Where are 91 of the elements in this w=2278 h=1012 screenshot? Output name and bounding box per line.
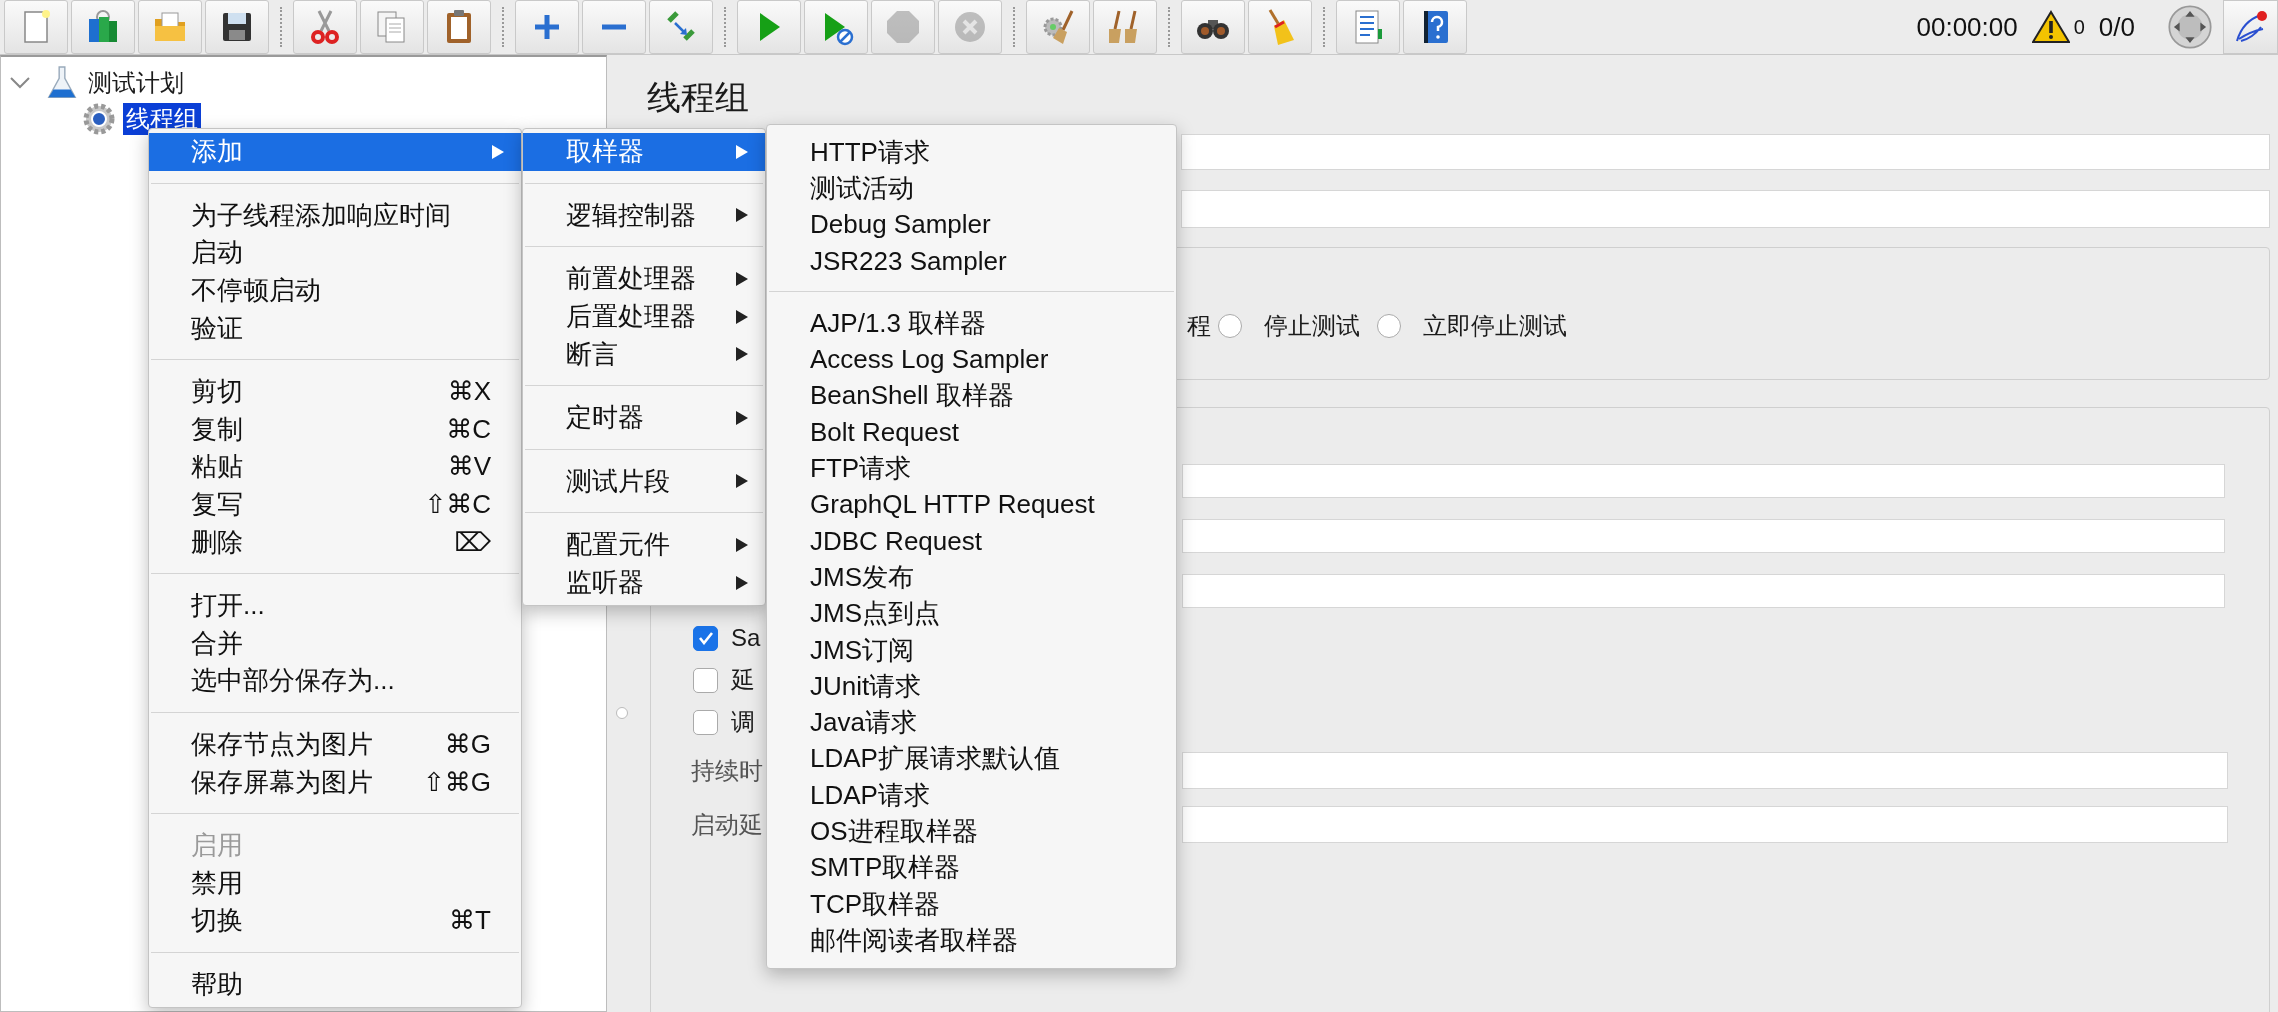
menu-item[interactable]: 选中部分保存为... — [149, 662, 521, 700]
menu-item[interactable]: 测试活动 — [767, 170, 1176, 207]
checkbox[interactable] — [693, 709, 718, 735]
menu-item[interactable]: LDAP请求 — [767, 777, 1176, 814]
menu-item[interactable]: 删除 ⌦ — [149, 523, 521, 561]
warning-count: 0 — [2073, 15, 2085, 39]
text-field[interactable] — [1182, 752, 2228, 789]
menu-item[interactable]: 监听器 — [523, 563, 765, 602]
menu-item[interactable]: 合并 — [149, 624, 521, 663]
option-label: 立即停止测试 — [1423, 311, 1567, 341]
checkbox-label: Sa — [731, 624, 761, 652]
menu-item[interactable]: JMS订阅 — [767, 631, 1176, 669]
menu-item[interactable]: 保存节点为图片 ⌘G — [149, 725, 521, 764]
menu-item[interactable]: GraphQL HTTP Request — [767, 486, 1176, 523]
menu-item[interactable]: JSR223 Sampler — [767, 242, 1176, 280]
menu-item[interactable]: 不停顿启动 — [149, 271, 521, 310]
menu-item[interactable]: 切换 ⌘T — [149, 902, 521, 940]
menu-item[interactable]: 配置元件 — [523, 526, 765, 564]
menu-item[interactable]: JMS发布 — [767, 559, 1176, 596]
text-field[interactable] — [1182, 464, 2225, 498]
menu-item[interactable]: FTP请求 — [767, 450, 1176, 487]
menu-item[interactable]: 复制 ⌘C — [149, 410, 521, 449]
thread-count: 0/0 — [2098, 11, 2135, 43]
checkbox[interactable] — [693, 667, 718, 693]
menu-item[interactable]: 取样器 — [523, 133, 765, 171]
check-icon — [697, 631, 714, 645]
shortcut-label: ⌘T — [449, 905, 491, 937]
field-label: 启动延 — [691, 809, 763, 840]
shortcut-label: ⌘C — [446, 413, 491, 445]
menu-item[interactable]: 打开... — [149, 586, 521, 625]
shortcut-label: ⌘V — [447, 451, 491, 483]
minus-icon — [602, 24, 626, 30]
panel-title: 线程组 — [647, 77, 750, 118]
toolbar-button[interactable] — [1181, 0, 1245, 54]
menu-item[interactable]: 保存屏幕为图片 ⇧⌘G — [149, 763, 521, 801]
checkbox-label: 调 — [731, 707, 755, 737]
field-label: 持续时 — [691, 755, 763, 786]
menu-item[interactable]: TCP取样器 — [767, 885, 1176, 923]
menu-item[interactable]: 帮助 — [149, 965, 521, 1004]
checkbox-label: 延 — [731, 665, 755, 695]
menu-item[interactable]: AJP/1.3 取样器 — [767, 305, 1176, 342]
tree-item[interactable]: 测试计划 — [85, 67, 187, 99]
menu-item[interactable]: HTTP请求 — [767, 134, 1176, 171]
toolbar-button[interactable] — [205, 0, 269, 54]
menu-item[interactable]: SMTP取样器 — [767, 849, 1176, 886]
menu-item[interactable]: 禁用 — [149, 864, 521, 903]
logo-button[interactable] — [2223, 0, 2278, 54]
menu-item[interactable]: 前置处理器 — [523, 260, 765, 298]
text-field[interactable] — [1181, 190, 2270, 228]
menu-item[interactable]: 为子线程添加响应时间 — [149, 196, 521, 235]
option-label: 停止测试 — [1264, 311, 1360, 341]
menu-item[interactable]: JDBC Request — [767, 522, 1176, 560]
menu-item[interactable]: OS进程取样器 — [767, 813, 1176, 850]
menu-item[interactable]: LDAP扩展请求默认值 — [767, 740, 1176, 778]
menu-item[interactable]: 邮件阅读者取样器 — [767, 922, 1176, 959]
menu-item[interactable]: Debug Sampler — [767, 206, 1176, 243]
menu-item[interactable]: 后置处理器 — [523, 297, 765, 336]
checkbox[interactable] — [693, 625, 718, 651]
menu-item[interactable]: JUnit请求 — [767, 668, 1176, 705]
elapsed-time: 00:00:00 — [1916, 11, 2018, 43]
radio-button[interactable] — [1377, 314, 1401, 338]
splitter-handle[interactable] — [616, 707, 628, 719]
text-field[interactable] — [1182, 806, 2228, 843]
menu-item[interactable]: 复写 ⇧⌘C — [149, 485, 521, 524]
menu-item[interactable]: 验证 — [149, 309, 521, 347]
menu-item[interactable]: 剪切 ⌘X — [149, 372, 521, 411]
shortcut-label: ⇧⌘C — [424, 489, 491, 521]
toolbar-button[interactable] — [1403, 0, 1467, 54]
menu-item[interactable]: Bolt Request — [767, 414, 1176, 451]
menu-item[interactable]: 定时器 — [523, 398, 765, 437]
warning-icon — [2031, 10, 2070, 44]
text-field[interactable] — [1182, 574, 2225, 608]
menu-item[interactable]: 逻辑控制器 — [523, 196, 765, 235]
radio-button[interactable] — [1218, 314, 1242, 338]
shortcut-label: ⇧⌘G — [423, 766, 491, 798]
shortcut-label: ⌘G — [444, 729, 491, 760]
shortcut-label: ⌘X — [447, 376, 491, 408]
menu-item[interactable]: Access Log Sampler — [767, 341, 1176, 378]
menu-item[interactable]: 启动 — [149, 234, 521, 272]
text-field[interactable] — [1182, 519, 2225, 553]
menu-item[interactable]: JMS点到点 — [767, 595, 1176, 632]
menu-item[interactable]: 粘贴 ⌘V — [149, 448, 521, 486]
menu-item[interactable]: 断言 — [523, 335, 765, 373]
menu-item[interactable]: 添加 — [149, 133, 521, 171]
gear-icon — [81, 101, 117, 137]
menu-item[interactable]: 测试片段 — [523, 462, 765, 501]
text-field[interactable] — [1181, 134, 2270, 170]
menu-item[interactable]: Java请求 — [767, 704, 1176, 741]
option-label: 程 — [1187, 311, 1211, 341]
shortcut-label: ⌦ — [454, 526, 491, 558]
menu-item[interactable]: BeanShell 取样器 — [767, 377, 1176, 415]
